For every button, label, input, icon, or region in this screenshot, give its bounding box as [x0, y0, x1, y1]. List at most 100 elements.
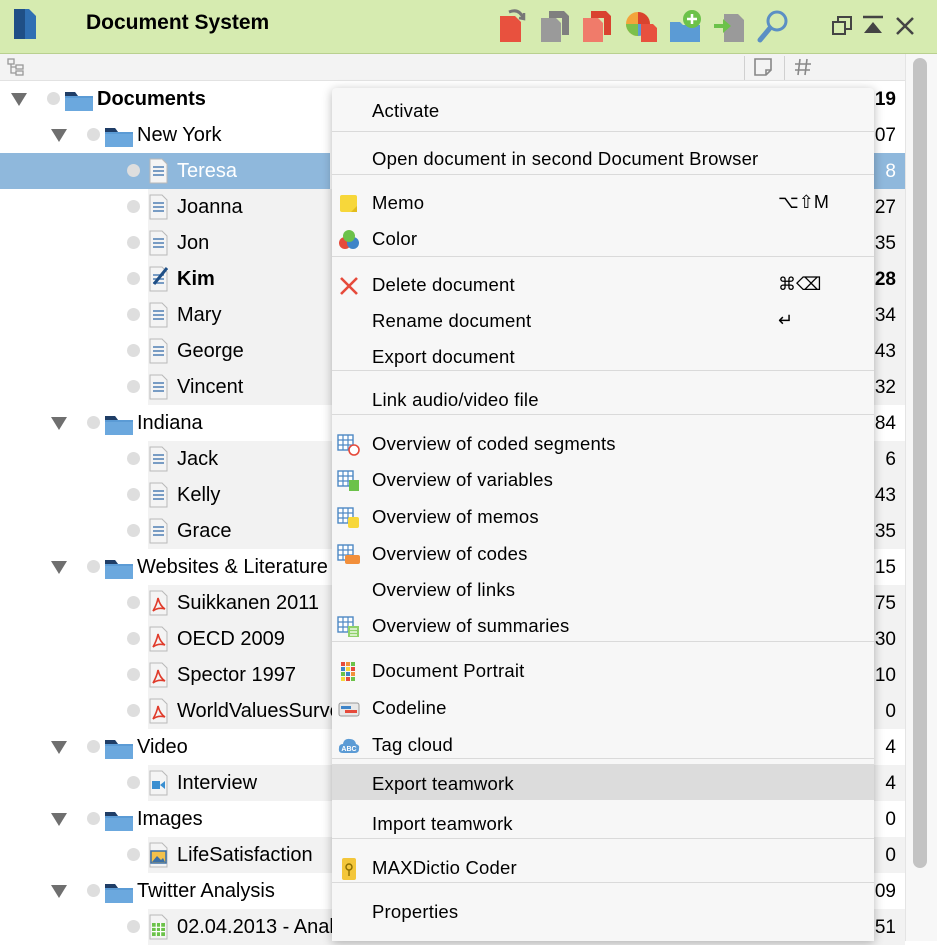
activation-dot[interactable]: [87, 812, 100, 825]
menu-item-maxdictio-coder[interactable]: MAXDictio Coder: [332, 851, 874, 885]
menu-item-label: Color: [372, 228, 418, 249]
activation-dot[interactable]: [127, 704, 140, 717]
tree-item-label: New York: [137, 124, 222, 146]
folder-icon: [105, 884, 133, 903]
coded-segment-count: 0: [885, 701, 896, 722]
coded-segment-count: 0: [885, 845, 896, 866]
activation-dot[interactable]: [87, 128, 100, 141]
activation-dot[interactable]: [127, 344, 140, 357]
search-icon[interactable]: [757, 8, 791, 44]
scrollbar-thumb[interactable]: [913, 58, 927, 868]
tree-item-label: OECD 2009: [177, 628, 285, 650]
menu-item-overview-of-codes[interactable]: Overview of codes: [332, 537, 874, 571]
coded-segment-count: 35: [874, 521, 896, 542]
coded-segment-count: 0: [885, 809, 896, 830]
activation-dot[interactable]: [127, 236, 140, 249]
import-icon[interactable]: [712, 8, 746, 44]
memo-column-icon[interactable]: [753, 57, 773, 77]
menu-item-import-teamwork[interactable]: Import teamwork: [332, 807, 874, 841]
activation-dot[interactable]: [127, 524, 140, 537]
menu-item-label: MAXDictio Coder: [372, 857, 517, 878]
menu-item-color[interactable]: Color: [332, 222, 874, 256]
menu-separator: [332, 256, 874, 257]
menu-item-export-document[interactable]: Export document: [332, 340, 874, 374]
activation-dot[interactable]: [127, 488, 140, 501]
expand-triangle-icon[interactable]: [51, 417, 67, 430]
coded-segment-count: 34: [874, 305, 896, 326]
activation-dot[interactable]: [87, 884, 100, 897]
activation-dot[interactable]: [127, 164, 140, 177]
documents-icon[interactable]: [580, 8, 614, 44]
menu-item-rename-document[interactable]: Rename document ↵: [332, 304, 874, 338]
tree-item-label: Kelly: [177, 484, 221, 506]
activation-dot[interactable]: [47, 92, 60, 105]
tree-view-icon[interactable]: [7, 58, 25, 76]
menu-item-overview-of-summaries[interactable]: Overview of summaries: [332, 609, 874, 643]
menu-separator: [332, 131, 874, 132]
expand-triangle-icon[interactable]: [11, 93, 27, 106]
menu-item-label: Codeline: [372, 697, 447, 718]
menu-item-label: Memo: [372, 192, 425, 213]
activation-dot[interactable]: [127, 596, 140, 609]
summaries-icon: [337, 616, 359, 637]
coded-segment-count: 35: [874, 233, 896, 254]
color-icon[interactable]: [624, 8, 658, 44]
text-document-icon: [149, 518, 168, 544]
activation-dot[interactable]: [87, 740, 100, 753]
activation-dot[interactable]: [127, 452, 140, 465]
menu-item-label: Link audio/video file: [372, 389, 539, 410]
close-icon[interactable]: [893, 14, 917, 38]
menu-item-overview-of-links[interactable]: Overview of links: [332, 573, 874, 607]
activation-dot[interactable]: [127, 848, 140, 861]
expand-triangle-icon[interactable]: [51, 885, 67, 898]
codes-overview-icon: [337, 544, 360, 564]
menu-item-tag-cloud[interactable]: ABC Tag cloud: [332, 728, 874, 762]
menu-item-shortcut: ⌥⇧M: [778, 192, 829, 212]
new-set-icon[interactable]: [668, 8, 702, 44]
menu-item-overview-of-coded-segments[interactable]: Overview of coded segments: [332, 427, 874, 461]
activation-dot[interactable]: [127, 632, 140, 645]
menu-item-overview-of-variables[interactable]: Overview of variables: [332, 463, 874, 497]
count-column-icon[interactable]: [794, 57, 812, 77]
tag-cloud-icon: ABC: [338, 738, 360, 753]
expand-triangle-icon[interactable]: [51, 741, 67, 754]
menu-item-properties[interactable]: Properties: [332, 895, 874, 929]
menu-item-codeline[interactable]: Codeline: [332, 691, 874, 725]
coded-segment-count: 4: [885, 773, 896, 794]
column-separator: [744, 56, 745, 80]
menu-item-label: Delete document: [372, 274, 515, 295]
expand-triangle-icon[interactable]: [51, 561, 67, 574]
menu-item-memo[interactable]: Memo ⌥⇧M: [332, 186, 874, 220]
title-bar: Document System: [0, 0, 937, 54]
activation-dot[interactable]: [87, 416, 100, 429]
activation-dot[interactable]: [127, 200, 140, 213]
menu-item-overview-of-memos[interactable]: Overview of memos: [332, 500, 874, 534]
menu-item-label: Overview of coded segments: [372, 433, 616, 454]
activation-dot[interactable]: [127, 776, 140, 789]
activation-dot[interactable]: [127, 380, 140, 393]
tree-item-label: Indiana: [137, 412, 203, 434]
window-title: Document System: [86, 11, 270, 34]
menu-item-activate[interactable]: Activate: [332, 94, 874, 128]
deactivate-documents-icon[interactable]: [538, 8, 572, 44]
coded-segment-count: 27: [874, 197, 896, 218]
activation-dot[interactable]: [127, 308, 140, 321]
activation-dot[interactable]: [127, 668, 140, 681]
video-document-icon: [149, 770, 168, 796]
activation-dot[interactable]: [127, 272, 140, 285]
expand-triangle-icon[interactable]: [51, 813, 67, 826]
restore-icon[interactable]: [830, 14, 854, 38]
column-separator: [784, 56, 785, 80]
menu-item-open-document-in-second-document-browser[interactable]: Open document in second Document Browser: [332, 142, 874, 176]
menu-item-link-audio-video-file[interactable]: Link audio/video file: [332, 383, 874, 417]
text-document-icon: [149, 374, 168, 400]
activation-dot[interactable]: [127, 920, 140, 933]
activation-dot[interactable]: [87, 560, 100, 573]
menu-item-delete-document[interactable]: Delete document ⌘⌫: [332, 268, 874, 302]
menu-item-export-teamwork[interactable]: Export teamwork: [332, 764, 874, 800]
expand-triangle-icon[interactable]: [51, 129, 67, 142]
tree-item-label: Spector 1997: [177, 664, 296, 686]
collapse-icon[interactable]: [861, 14, 885, 38]
activate-documents-icon[interactable]: [497, 8, 531, 44]
menu-item-document-portrait[interactable]: Document Portrait: [332, 654, 874, 688]
